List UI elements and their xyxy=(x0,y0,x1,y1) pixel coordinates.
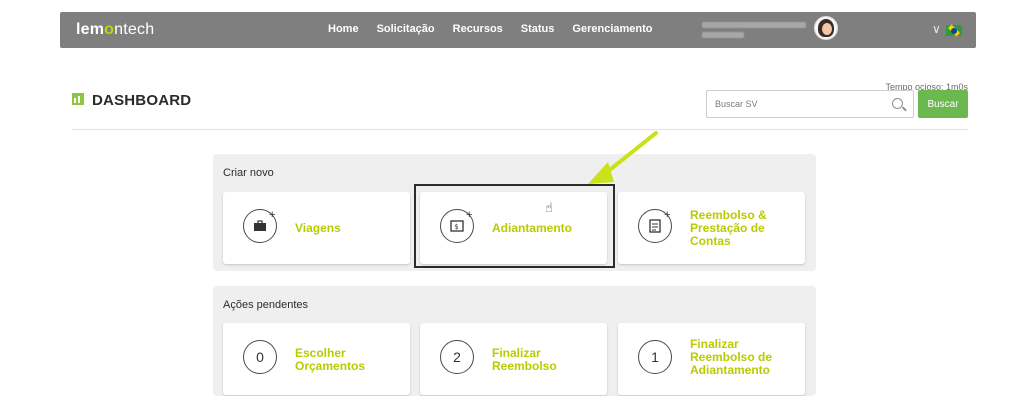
card-label: Escolher Orçamentos xyxy=(295,346,366,373)
nav-status[interactable]: Status xyxy=(521,23,555,35)
card-label: Finalizar Reembolso de Adiantamento xyxy=(690,337,773,377)
nav-solicitacao[interactable]: Solicitação xyxy=(377,23,435,35)
card-viagens[interactable]: + Viagens xyxy=(223,192,410,264)
navbar: lemontech Home Solicitação Recursos Stat… xyxy=(60,12,976,48)
count-badge: 0 xyxy=(243,340,277,374)
nav-home[interactable]: Home xyxy=(328,23,359,35)
user-name-blurred[interactable] xyxy=(702,18,812,42)
divider xyxy=(72,129,968,130)
search-input[interactable] xyxy=(707,91,877,117)
topbar: lemontech Home Solicitação Recursos Stat… xyxy=(0,0,1026,60)
hand-cursor-icon: ☝ xyxy=(545,200,553,215)
card-escolher-orcamentos[interactable]: 0 Escolher Orçamentos xyxy=(223,323,410,395)
dashboard-icon xyxy=(72,93,84,105)
count-badge: 1 xyxy=(638,340,672,374)
main-nav: Home Solicitação Recursos Status Gerenci… xyxy=(328,23,671,35)
chevron-down-icon[interactable]: ∨ xyxy=(932,22,941,36)
count-badge: 2 xyxy=(440,340,474,374)
plus-icon: + xyxy=(664,209,671,221)
annotation-arrow xyxy=(588,131,658,184)
logo[interactable]: lemontech xyxy=(76,21,154,39)
card-finalizar-reembolso-adiantamento[interactable]: 1 Finalizar Reembolso de Adiantamento xyxy=(618,323,805,395)
search-button[interactable]: Buscar xyxy=(918,90,968,118)
card-label: Viagens xyxy=(295,221,341,235)
card-label: Reembolso & Prestação de Contas xyxy=(690,208,767,248)
pending-actions-panel: Ações pendentes 0 Escolher Orçamentos 2 … xyxy=(213,286,816,396)
card-label: Finalizar Reembolso xyxy=(492,346,557,373)
create-new-title: Criar novo xyxy=(223,167,274,179)
nav-recursos[interactable]: Recursos xyxy=(453,23,503,35)
plus-icon: + xyxy=(269,209,276,221)
highlight-box xyxy=(414,184,615,268)
card-reembolso[interactable]: + Reembolso & Prestação de Contas xyxy=(618,192,805,264)
brazil-flag-icon[interactable] xyxy=(946,25,962,36)
avatar[interactable] xyxy=(814,16,838,40)
search-box xyxy=(706,90,914,118)
page-title: DASHBOARD xyxy=(92,92,192,109)
pending-actions-title: Ações pendentes xyxy=(223,299,309,311)
search-icon[interactable] xyxy=(892,98,903,109)
nav-gerenciamento[interactable]: Gerenciamento xyxy=(572,23,652,35)
card-finalizar-reembolso[interactable]: 2 Finalizar Reembolso xyxy=(420,323,607,395)
